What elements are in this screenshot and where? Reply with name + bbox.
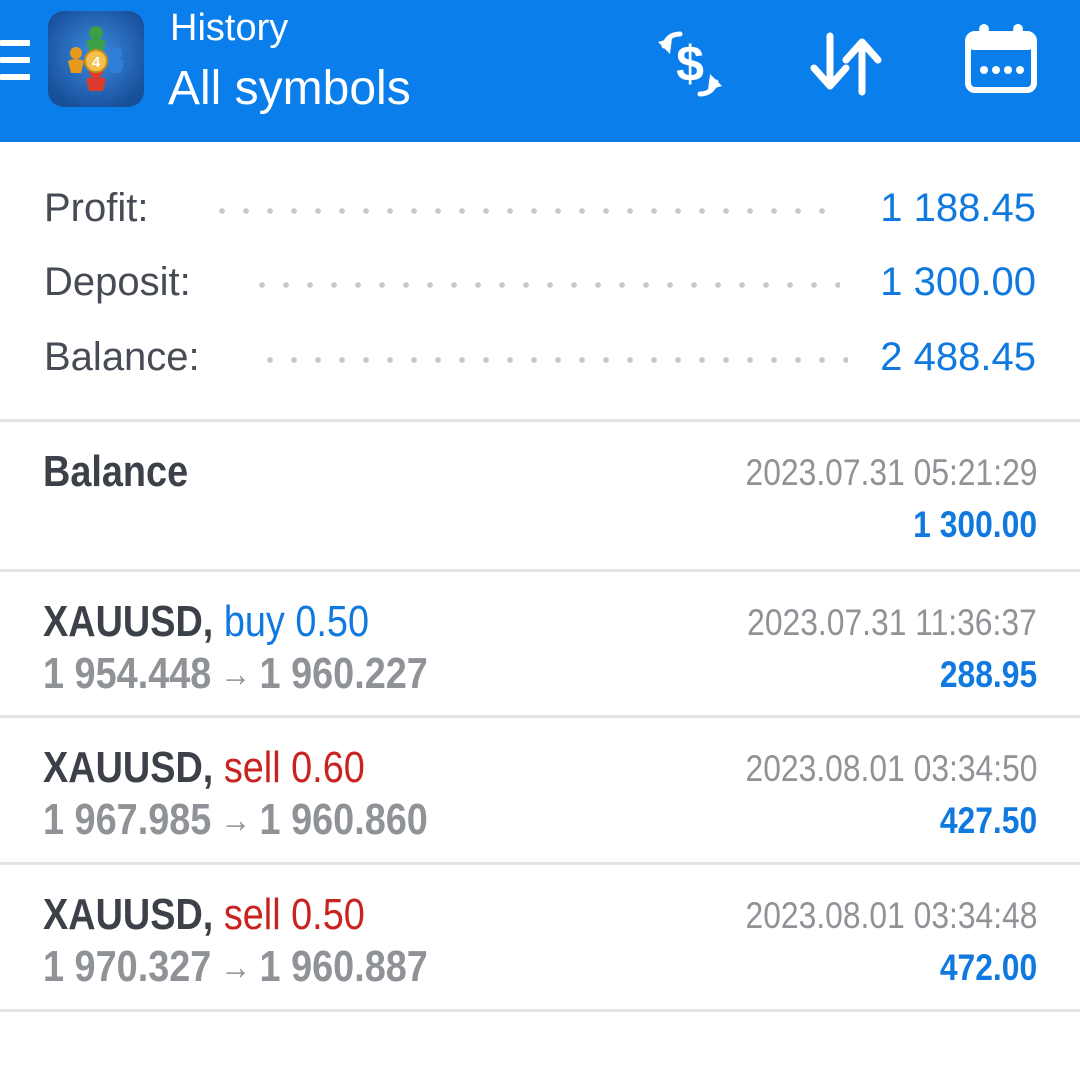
deal-prices: 1 954.448 → 1 960.227: [43, 648, 491, 702]
deposit-value: 1 300.00: [880, 260, 1036, 304]
deal-title: XAUUSD, sell 0.60: [43, 742, 417, 794]
deal-title: Balance: [43, 446, 212, 498]
deal-direction: sell: [223, 743, 281, 792]
deal-profit: 427.50: [939, 800, 1037, 841]
arrow-right-icon: →: [219, 799, 251, 840]
app-header: 4 History All symbols $: [0, 0, 1080, 142]
divider: [0, 1009, 1080, 1012]
deal-volume: 0.50: [291, 890, 365, 939]
open-price: 1 967.985: [43, 795, 212, 844]
deal-prices: 1 967.985 → 1 960.860: [43, 794, 491, 848]
arrow-right-icon: →: [219, 653, 251, 694]
header-subtitle: History: [170, 7, 289, 49]
deal-time: 2023.07.31 05:21:29: [745, 452, 1037, 493]
deal-profit: 1 300.00: [913, 504, 1037, 545]
sort-arrows-icon[interactable]: [806, 24, 886, 104]
history-row-deal[interactable]: XAUUSD, sell 0.60 1 967.985 → 1 960.860 20…: [0, 718, 1080, 863]
balance-label: Balance:: [44, 335, 200, 379]
header-title[interactable]: All symbols: [168, 62, 411, 116]
close-price: 1 960.860: [259, 795, 428, 844]
deal-volume: 0.50: [295, 597, 370, 646]
deal-direction: sell: [223, 890, 281, 939]
history-row-deal[interactable]: XAUUSD, sell 0.50 1 970.327 → 1 960.887 20…: [0, 865, 1080, 1010]
profit-label: Profit:: [44, 186, 149, 230]
arrow-right-icon: →: [219, 946, 251, 987]
deal-time: 2023.08.01 03:34:48: [745, 895, 1037, 936]
calendar-icon[interactable]: [962, 20, 1042, 100]
summary-profit-row: Profit: 1 188.45: [0, 180, 1080, 240]
deposit-label: Deposit:: [44, 260, 191, 304]
deal-time: 2023.07.31 11:36:37: [747, 602, 1037, 643]
open-price: 1 954.448: [43, 649, 212, 698]
deal-direction: buy: [223, 597, 285, 646]
profit-value: 1 188.45: [880, 186, 1036, 230]
deal-symbol: XAUUSD,: [43, 597, 214, 646]
dollar-exchange-icon[interactable]: $: [650, 24, 730, 104]
hamburger-menu-icon[interactable]: [0, 40, 30, 84]
balance-value: 2 488.45: [880, 335, 1036, 379]
deal-profit: 288.95: [939, 654, 1037, 695]
deal-time: 2023.08.01 03:34:50: [745, 748, 1037, 789]
open-price: 1 970.327: [43, 942, 212, 991]
summary-deposit-row: Deposit: 1 300.00: [0, 254, 1080, 314]
history-row-deal[interactable]: XAUUSD, buy 0.50 1 954.448 → 1 960.227 202…: [0, 572, 1080, 717]
deal-prices: 1 970.327 → 1 960.887: [43, 941, 491, 995]
history-row-balance[interactable]: Balance 2023.07.31 05:21:29 1 300.00: [0, 422, 1080, 567]
deal-title: XAUUSD, sell 0.50: [43, 889, 417, 941]
metatrader-4-logo: 4: [48, 11, 144, 107]
dotted-leader: [250, 282, 840, 288]
dotted-leader: [258, 357, 848, 363]
deal-profit: 472.00: [939, 947, 1037, 988]
deal-symbol: Balance: [43, 447, 189, 496]
deal-volume: 0.60: [291, 743, 365, 792]
summary-balance-row: Balance: 2 488.45: [0, 329, 1080, 389]
svg-text:4: 4: [92, 54, 101, 71]
close-price: 1 960.227: [259, 649, 428, 698]
deal-symbol: XAUUSD,: [43, 743, 214, 792]
dotted-leader: [210, 208, 830, 214]
svg-text:$: $: [676, 36, 704, 92]
deal-title: XAUUSD, buy 0.50: [43, 596, 422, 648]
deal-symbol: XAUUSD,: [43, 890, 214, 939]
close-price: 1 960.887: [259, 942, 428, 991]
